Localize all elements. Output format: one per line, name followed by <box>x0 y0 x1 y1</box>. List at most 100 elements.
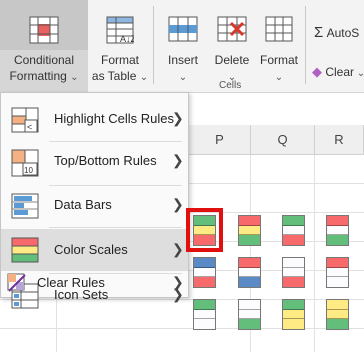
color-band <box>194 309 215 320</box>
column-header-p[interactable]: P <box>189 125 251 155</box>
chevron-down-icon: ⌄ <box>139 72 149 83</box>
column-header-q[interactable]: Q <box>251 125 315 155</box>
color-band <box>239 216 260 226</box>
format-as-table-label-2: as Table <box>91 69 137 83</box>
color-band <box>327 300 348 310</box>
color-scale-option[interactable] <box>326 215 349 246</box>
color-band <box>327 309 348 320</box>
color-band <box>283 267 304 278</box>
conditional-formatting-menu: < Highlight Cells Rules ❯ 10 Top/Bottom … <box>0 92 189 309</box>
color-band <box>327 319 348 329</box>
color-scale-option[interactable] <box>282 299 305 330</box>
chevron-down-icon: ⌄ <box>274 72 284 83</box>
color-band <box>239 319 260 329</box>
color-band <box>239 300 260 310</box>
menu-item-label: Top/Bottom Rules <box>54 153 157 168</box>
color-band <box>283 225 304 236</box>
ribbon-divider <box>153 6 154 84</box>
color-scale-option[interactable] <box>238 299 261 330</box>
color-band <box>239 235 260 245</box>
autosum-label: AutoS <box>326 26 360 40</box>
color-band <box>283 319 304 329</box>
color-band <box>327 267 348 278</box>
color-band <box>327 225 348 236</box>
format-as-table-button[interactable]: A↓Z Format as Table ⌄ <box>90 0 150 92</box>
color-band <box>239 267 260 278</box>
color-band <box>239 309 260 320</box>
color-scale-option[interactable] <box>193 299 216 330</box>
menu-item-top-bottom-rules[interactable]: 10 Top/Bottom Rules ❯ <box>1 143 188 179</box>
selection-highlight <box>186 208 223 252</box>
color-scale-option[interactable] <box>238 257 261 288</box>
data-bars-icon <box>11 193 39 219</box>
delete-cells-icon <box>217 16 247 42</box>
color-band <box>239 277 260 287</box>
color-scale-option[interactable] <box>326 299 349 330</box>
column-header-r[interactable]: R <box>315 125 364 155</box>
clear-button[interactable]: ◆ Clear ⌄ <box>312 64 364 80</box>
color-scale-option[interactable] <box>282 215 305 246</box>
insert-label: Insert <box>167 53 198 67</box>
format-label: Format <box>259 53 298 67</box>
clear-label: Clear <box>325 65 355 79</box>
chevron-down-icon: ⌄ <box>70 72 79 83</box>
menu-item-clear-rules[interactable]: Clear Rules ❯ <box>1 261 188 297</box>
conditional-formatting-label-2: Formatting <box>9 69 67 83</box>
ribbon: Conditional Formatting ⌄ A↓Z Format as T… <box>0 0 364 93</box>
format-as-table-icon: A↓Z <box>106 16 134 44</box>
svg-text:<: < <box>27 122 32 132</box>
color-band <box>283 216 304 226</box>
color-band <box>327 216 348 226</box>
color-scale-option[interactable] <box>238 215 261 246</box>
cells-group-label: Cells <box>219 80 242 91</box>
color-band <box>283 300 304 310</box>
color-scale-option[interactable] <box>193 257 216 288</box>
color-band <box>239 258 260 268</box>
ribbon-divider <box>305 6 306 84</box>
color-band <box>283 277 304 287</box>
color-band <box>194 258 215 268</box>
chevron-down-icon: ⌄ <box>356 68 364 79</box>
format-cells-icon <box>265 16 293 42</box>
grid-line <box>314 155 315 352</box>
highlight-cells-icon: < <box>11 107 39 133</box>
color-scale-option[interactable] <box>326 257 349 288</box>
svg-text:A↓Z: A↓Z <box>120 34 134 44</box>
color-band <box>194 267 215 278</box>
color-band <box>283 258 304 268</box>
clear-rules-icon <box>7 273 26 292</box>
color-scale-option[interactable] <box>282 257 305 288</box>
insert-button[interactable]: Insert ⌄ <box>158 0 208 92</box>
svg-text:10: 10 <box>24 166 33 175</box>
chevron-right-icon: ❯ <box>172 274 184 290</box>
color-band <box>283 235 304 245</box>
insert-cells-icon <box>168 16 198 42</box>
menu-item-highlight-cells-rules[interactable]: < Highlight Cells Rules ❯ <box>1 101 188 137</box>
conditional-formatting-icon <box>29 16 59 44</box>
color-band <box>194 300 215 310</box>
format-button[interactable]: Format ⌄ <box>256 0 302 92</box>
format-as-table-label-1: Format <box>100 53 139 67</box>
chevron-right-icon: ❯ <box>172 110 184 126</box>
menu-item-label: Data Bars <box>54 197 112 212</box>
grid-line <box>56 298 57 352</box>
color-band <box>239 225 260 236</box>
menu-item-data-bars[interactable]: Data Bars ❯ <box>1 187 188 223</box>
delete-label: Delete <box>214 53 250 67</box>
conditional-formatting-label-1: Conditional <box>13 53 75 67</box>
color-band <box>327 258 348 268</box>
chevron-right-icon: ❯ <box>172 196 184 212</box>
delete-button[interactable]: Delete ⌄ <box>208 0 256 92</box>
menu-item-label: Highlight Cells Rules <box>54 111 174 126</box>
grid-line <box>0 328 364 329</box>
chevron-down-icon: ⌄ <box>178 72 188 83</box>
autosum-button[interactable]: Σ AutoS <box>314 24 359 41</box>
chevron-right-icon: ❯ <box>172 152 184 168</box>
color-band <box>283 309 304 320</box>
top-bottom-icon: 10 <box>11 149 39 177</box>
conditional-formatting-button[interactable]: Conditional Formatting ⌄ <box>0 0 88 92</box>
menu-item-label: Clear Rules <box>37 275 105 290</box>
eraser-icon: ◆ <box>312 64 322 79</box>
color-band <box>327 277 348 287</box>
color-band <box>194 277 215 287</box>
